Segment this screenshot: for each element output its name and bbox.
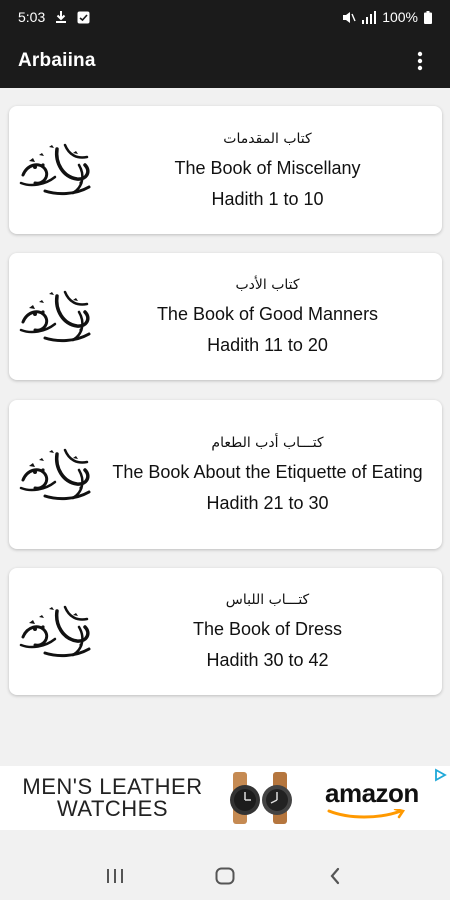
recent-apps-icon[interactable]: [95, 856, 135, 896]
clock: 5:03: [18, 9, 46, 25]
muhammad-calligraphy-icon: [9, 400, 105, 549]
ad-headline-line2: WATCHES: [56, 796, 169, 821]
book-title: The Book of Dress: [192, 619, 343, 639]
message-icon: [77, 11, 90, 24]
muhammad-calligraphy-icon: [9, 106, 105, 234]
status-bar: 5:03 100%: [0, 0, 450, 34]
book-title: The Book About the Etiquette of Eating: [112, 462, 423, 482]
book-card-etiquette-of-eating[interactable]: كتـــاب أدب الطعام The Book About the Et…: [9, 400, 442, 549]
book-arabic-title: كتاب الأدب: [235, 277, 300, 293]
book-card-miscellany[interactable]: كتاب المقدمات The Book of Miscellany Had…: [9, 106, 442, 234]
book-arabic-title: كتاب المقدمات: [223, 130, 312, 147]
book-card-dress[interactable]: كتـــاب اللباس The Book of Dress Hadith …: [9, 568, 442, 695]
book-title: The Book of Miscellany: [174, 157, 361, 178]
ad-headline: MEN'S LEATHER WATCHES: [0, 776, 225, 820]
mute-icon: [342, 11, 356, 24]
battery-icon: [424, 10, 432, 24]
amazon-smile-icon: [327, 808, 406, 818]
book-arabic-title: كتـــاب اللباس: [225, 592, 310, 608]
book-list: كتاب المقدمات The Book of Miscellany Had…: [0, 88, 450, 765]
book-hadith-range: Hadith 1 to 10: [211, 188, 324, 209]
book-hadith-range: Hadith 30 to 42: [206, 650, 329, 670]
book-hadith-range: Hadith 11 to 20: [207, 335, 328, 355]
ad-choices-icon[interactable]: [433, 768, 447, 787]
book-hadith-range: Hadith 21 to 30: [206, 493, 329, 513]
system-nav-bar: [0, 852, 450, 900]
home-icon[interactable]: [205, 856, 245, 896]
amazon-wordmark: amazon: [325, 777, 419, 808]
signal-icon: [362, 10, 377, 24]
app-bar: Arbaiina: [0, 34, 450, 88]
book-title: The Book of Good Manners: [156, 304, 379, 324]
app-title: Arbaiina: [18, 50, 96, 71]
battery-percent: 100%: [382, 9, 418, 25]
download-icon: [55, 10, 67, 24]
book-card-good-manners[interactable]: كتاب الأدب The Book of Good Manners Hadi…: [9, 253, 442, 380]
amazon-logo: amazon: [325, 778, 419, 819]
more-vert-icon[interactable]: [408, 49, 432, 73]
watches-image: [230, 772, 292, 824]
ad-headline-line1: MEN'S LEATHER: [22, 774, 203, 799]
muhammad-calligraphy-icon: [9, 253, 105, 380]
book-arabic-title: كتـــاب أدب الطعام: [211, 435, 324, 451]
back-icon[interactable]: [315, 856, 355, 896]
ad-banner[interactable]: MEN'S LEATHER WATCHES amazon: [0, 766, 450, 830]
muhammad-calligraphy-icon: [9, 568, 105, 695]
